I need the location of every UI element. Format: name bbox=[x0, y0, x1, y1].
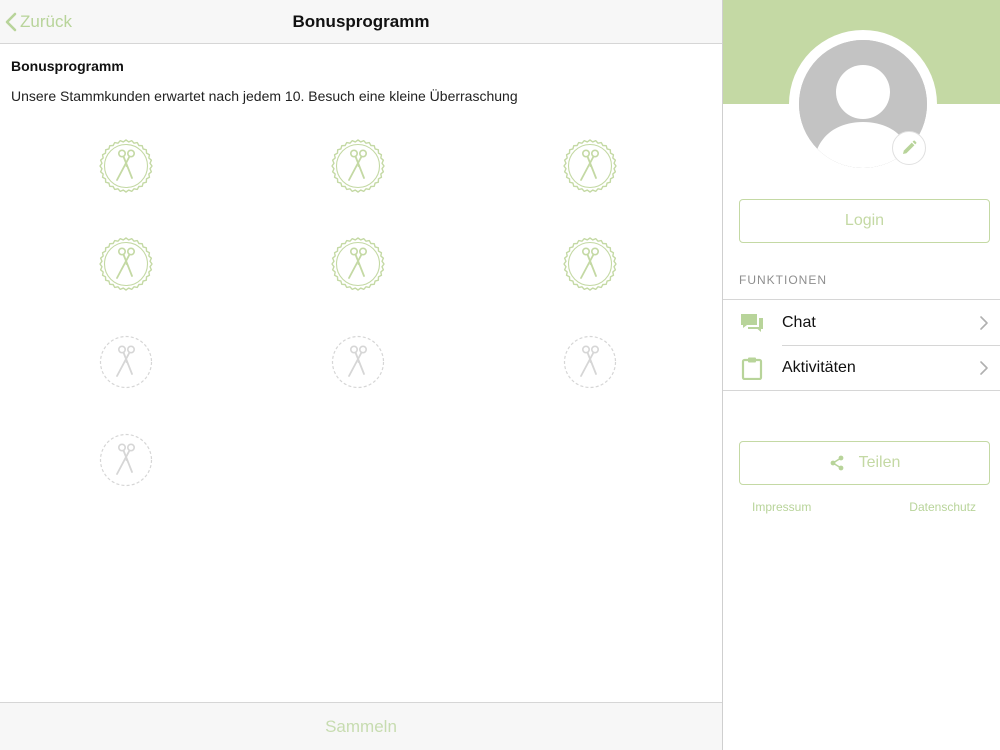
stamp-empty bbox=[98, 334, 154, 390]
menu-item-chat[interactable]: Chat bbox=[723, 300, 1000, 345]
chat-icon bbox=[740, 311, 764, 335]
stamp-collected bbox=[330, 138, 386, 194]
collect-button[interactable]: Sammeln bbox=[325, 717, 397, 737]
stamp-collected bbox=[562, 138, 618, 194]
functions-menu: Chat Aktivitäten bbox=[723, 299, 1000, 391]
section-description: Unsere Stammkunden erwartet nach jedem 1… bbox=[11, 88, 518, 104]
scissors-icon bbox=[99, 139, 153, 193]
scissors-icon bbox=[563, 139, 617, 193]
scissors-icon bbox=[331, 139, 385, 193]
stamp-empty bbox=[98, 432, 154, 488]
footer-bar: Sammeln bbox=[0, 702, 722, 750]
main-panel: Zurück Bonusprogramm Bonusprogramm Unser… bbox=[0, 0, 722, 750]
scissors-icon bbox=[563, 237, 617, 291]
impressum-link[interactable]: Impressum bbox=[752, 500, 811, 514]
stamp-collected bbox=[330, 236, 386, 292]
section-title: Bonusprogramm bbox=[11, 58, 124, 74]
menu-item-label: Aktivitäten bbox=[782, 358, 856, 376]
edit-profile-button[interactable] bbox=[892, 131, 926, 165]
chevron-left-icon bbox=[5, 12, 17, 32]
scissors-icon bbox=[331, 237, 385, 291]
login-button[interactable]: Login bbox=[739, 199, 990, 243]
stamp-empty bbox=[562, 334, 618, 390]
scissors-icon bbox=[99, 335, 153, 389]
menu-item-label: Chat bbox=[782, 313, 816, 331]
datenschutz-link[interactable]: Datenschutz bbox=[909, 500, 976, 514]
stamp-collected bbox=[98, 138, 154, 194]
back-button-label: Zurück bbox=[20, 12, 72, 31]
share-button[interactable]: Teilen bbox=[739, 441, 990, 485]
navigation-bar: Zurück Bonusprogramm bbox=[0, 0, 722, 44]
stamp-collected bbox=[562, 236, 618, 292]
side-panel: Login FUNKTIONEN Chat Aktivitäten Teilen… bbox=[723, 0, 1000, 750]
scissors-icon bbox=[99, 237, 153, 291]
pencil-icon bbox=[903, 140, 917, 154]
share-button-label: Teilen bbox=[858, 454, 901, 471]
menu-item-activities[interactable]: Aktivitäten bbox=[723, 345, 1000, 390]
page-title: Bonusprogramm bbox=[292, 12, 430, 31]
stamp-collected bbox=[98, 236, 154, 292]
share-icon bbox=[830, 455, 843, 471]
clipboard-icon bbox=[740, 356, 764, 380]
scissors-icon bbox=[563, 335, 617, 389]
chevron-right-icon bbox=[980, 360, 988, 375]
scissors-icon bbox=[99, 433, 153, 487]
stamp-empty bbox=[330, 334, 386, 390]
chevron-right-icon bbox=[980, 315, 988, 330]
back-button[interactable]: Zurück bbox=[4, 0, 72, 44]
scissors-icon bbox=[331, 335, 385, 389]
section-label-functions: FUNKTIONEN bbox=[739, 273, 827, 287]
